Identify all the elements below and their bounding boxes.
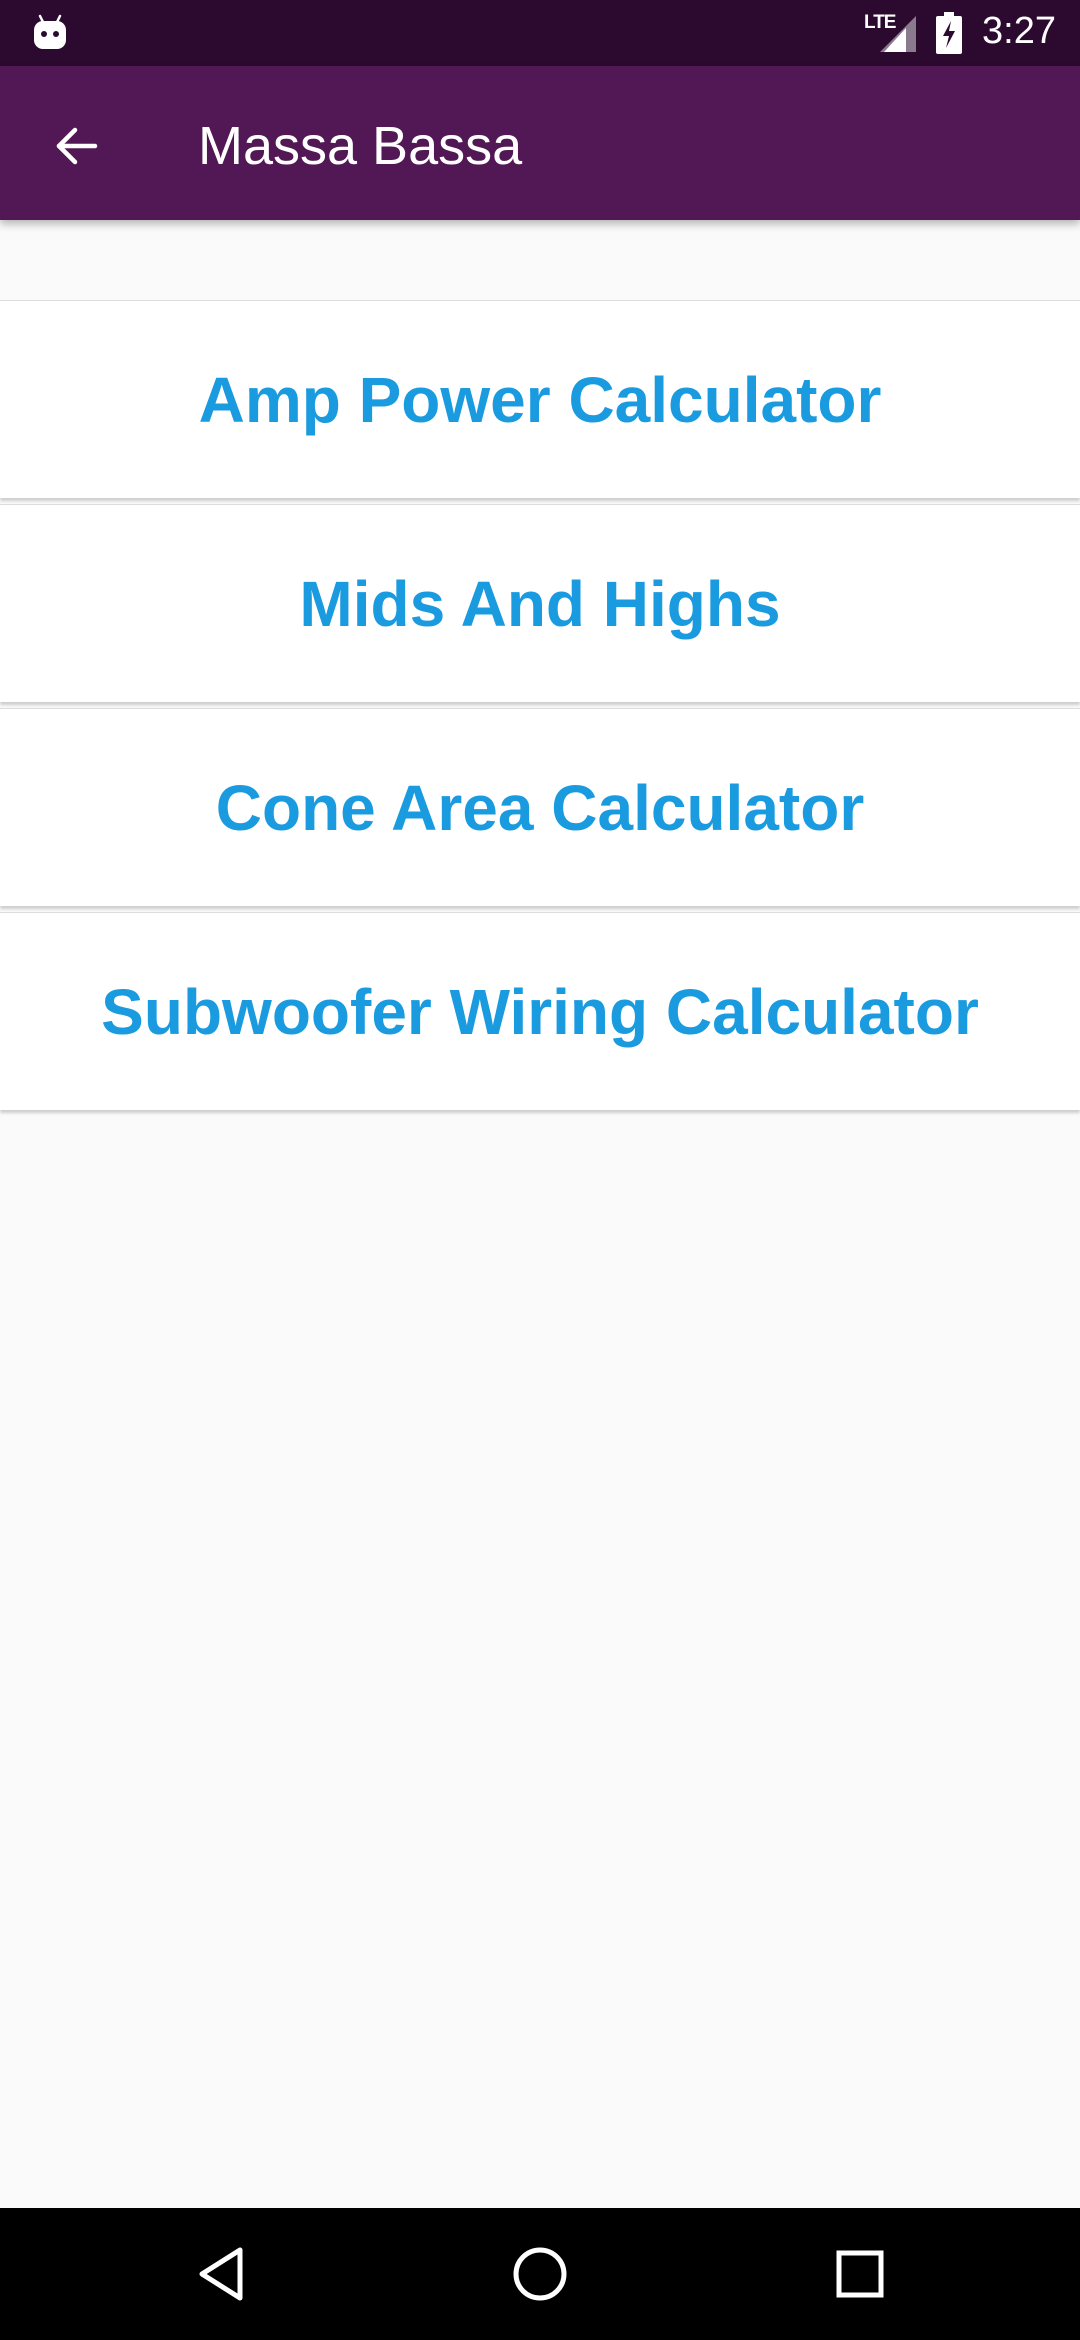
status-bar: LTE 3:27 (0, 0, 1080, 66)
menu-item-label: Cone Area Calculator (215, 771, 865, 844)
home-circle-icon (513, 2247, 567, 2301)
battery-charging-icon (936, 12, 962, 54)
recents-square-icon (836, 2250, 884, 2298)
clock-time: 3:27 (982, 10, 1056, 52)
mids-and-highs-button[interactable]: Mids And Highs (0, 504, 1080, 702)
menu-item-label: Amp Power Calculator (198, 363, 882, 436)
nav-back-button[interactable] (162, 2208, 282, 2340)
nav-home-button[interactable] (480, 2208, 600, 2340)
android-icon (34, 14, 66, 49)
cone-area-calculator-button[interactable]: Cone Area Calculator (0, 708, 1080, 906)
amp-power-calculator-button[interactable]: Amp Power Calculator (0, 300, 1080, 498)
app-toolbar: Massa Bassa (0, 66, 1080, 220)
calculator-menu-list: Amp Power Calculator Mids And Highs Cone… (0, 300, 1080, 1116)
menu-item-label: Subwoofer Wiring Calculator (101, 975, 979, 1048)
nav-recents-button[interactable] (800, 2208, 920, 2340)
back-button[interactable] (36, 106, 116, 186)
signal-icon (880, 16, 916, 52)
menu-item-label: Mids And Highs (299, 567, 781, 640)
subwoofer-wiring-calculator-button[interactable]: Subwoofer Wiring Calculator (0, 912, 1080, 1110)
arrow-left-icon (56, 127, 98, 165)
system-navigation-bar (0, 2208, 1080, 2340)
back-triangle-icon (199, 2247, 243, 2301)
page-title: Massa Bassa (198, 116, 523, 176)
